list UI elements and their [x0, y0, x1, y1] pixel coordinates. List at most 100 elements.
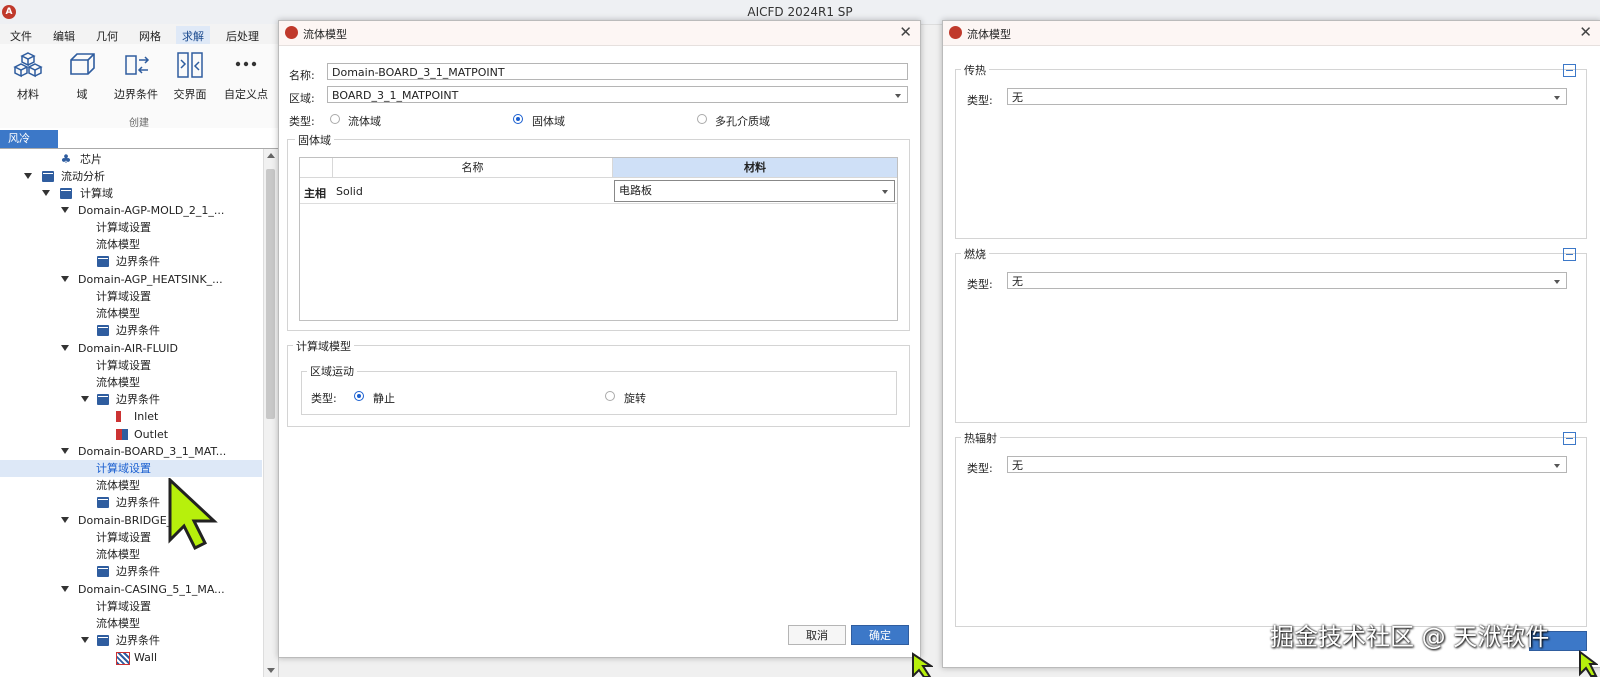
- tree-item[interactable]: Domain-AGP-MOLD_2_1_...: [0, 202, 262, 219]
- tree-item[interactable]: Domain-CASING_5_1_MA...: [0, 581, 262, 598]
- expand-arrow-icon[interactable]: [81, 637, 89, 643]
- name-label: 名称:: [289, 69, 315, 82]
- boundary-condition-icon: [121, 50, 151, 80]
- tree-item-label: 边界条件: [116, 324, 160, 337]
- motion-static-label: 静止: [373, 392, 395, 405]
- collapse-icon[interactable]: [1563, 432, 1576, 445]
- tree-item[interactable]: 计算域设置: [0, 598, 262, 615]
- tree-item[interactable]: 流动分析: [0, 168, 262, 185]
- ribbon-boundary-label: 边界条件: [114, 88, 158, 101]
- scroll-up-icon[interactable]: [267, 153, 275, 158]
- tree-item[interactable]: 流体模型: [0, 305, 262, 322]
- expand-arrow-icon[interactable]: [24, 173, 32, 179]
- menu-solve[interactable]: 求解: [176, 26, 210, 46]
- menu-postprocess[interactable]: 后处理: [220, 26, 265, 46]
- type-porous-radio[interactable]: [697, 114, 707, 124]
- ribbon-group-label: 创建: [129, 118, 149, 129]
- type-porous-label: 多孔介质域: [715, 115, 770, 128]
- tree-item[interactable]: 计算域设置: [0, 219, 262, 236]
- motion-static-radio[interactable]: [354, 391, 364, 401]
- heat-transfer-select[interactable]: 无: [1007, 88, 1567, 105]
- tree-item-label: Inlet: [134, 410, 159, 423]
- region-motion-group-title: 区域运动: [307, 363, 357, 379]
- menu-file[interactable]: 文件: [4, 26, 38, 46]
- phase-name-cell[interactable]: Solid: [336, 185, 363, 198]
- tree-item[interactable]: 边界条件: [0, 253, 262, 270]
- tree-item[interactable]: 边界条件: [0, 632, 262, 649]
- tree-item[interactable]: Inlet: [0, 408, 262, 425]
- tree-item-label: Domain-CASING_5_1_MA...: [78, 583, 225, 596]
- menu-mesh[interactable]: 网格: [133, 26, 167, 46]
- tree-item[interactable]: Domain-AIR-FLUID: [0, 340, 262, 357]
- watermark: 掘金技术社区 @ 天洑软件: [1270, 623, 1550, 651]
- tab-air-cooling[interactable]: 风冷: [0, 130, 58, 148]
- tree-item[interactable]: 边界条件: [0, 563, 262, 580]
- tree-item[interactable]: Domain-AGP_HEATSINK_...: [0, 271, 262, 288]
- ribbon-domain-button[interactable]: 域: [54, 50, 110, 102]
- expand-arrow-icon[interactable]: [61, 586, 69, 592]
- tree-item[interactable]: 流体模型: [0, 236, 262, 253]
- tree-item[interactable]: 计算域设置: [0, 357, 262, 374]
- tree-item[interactable]: 边界条件: [0, 391, 262, 408]
- tree-item-selected[interactable]: 计算域设置: [0, 460, 262, 477]
- ribbon-material-button[interactable]: 材料: [0, 50, 56, 102]
- tree-item-label: 流体模型: [96, 479, 140, 492]
- tree-item[interactable]: 流体模型: [0, 374, 262, 391]
- motion-type-label: 类型:: [311, 392, 337, 405]
- tree-scrollbar[interactable]: [263, 149, 278, 677]
- collapse-icon[interactable]: [1563, 248, 1576, 261]
- motion-rotate-radio[interactable]: [605, 391, 615, 401]
- ribbon-interface-button[interactable]: 交界面: [162, 50, 218, 102]
- material-select[interactable]: 电路板: [614, 180, 895, 202]
- dialog-header: 流体模型 ✕: [943, 21, 1600, 46]
- ok-button[interactable]: 确定: [851, 625, 909, 645]
- region-select[interactable]: BOARD_3_1_MATPOINT: [327, 86, 908, 103]
- tree-item[interactable]: 流体模型: [0, 615, 262, 632]
- tree-item[interactable]: 计算域: [0, 185, 262, 202]
- expand-arrow-icon[interactable]: [81, 396, 89, 402]
- tree-item-label: 边界条件: [116, 496, 160, 509]
- tree-item-label: 计算域设置: [96, 221, 151, 234]
- expand-arrow-icon[interactable]: [61, 517, 69, 523]
- radiation-title: 热辐射: [961, 430, 1000, 446]
- chevron-down-icon: [1554, 96, 1560, 100]
- collapse-icon[interactable]: [1563, 64, 1576, 77]
- wall-icon: [116, 652, 130, 665]
- ribbon-boundary-button[interactable]: 边界条件: [108, 50, 164, 102]
- more-dots-icon: [231, 50, 261, 80]
- cancel-button[interactable]: 取消: [788, 625, 846, 645]
- tree-item[interactable]: ♣ 芯片: [0, 151, 262, 168]
- type-solid-radio[interactable]: [513, 114, 523, 124]
- row-header-primary-phase: 主相: [304, 187, 326, 200]
- expand-arrow-icon[interactable]: [61, 207, 69, 213]
- menu-edit[interactable]: 编辑: [47, 26, 81, 46]
- tree-item[interactable]: 边界条件: [0, 322, 262, 339]
- tree-item-label: 流体模型: [96, 617, 140, 630]
- type-solid-label: 固体域: [532, 115, 565, 128]
- tree-item[interactable]: 计算域设置: [0, 288, 262, 305]
- type-fluid-radio[interactable]: [330, 114, 340, 124]
- tree-item[interactable]: Wall: [0, 649, 262, 666]
- expand-arrow-icon[interactable]: [61, 276, 69, 282]
- tree-item-label: 流体模型: [96, 548, 140, 561]
- tree-item-label: 计算域设置: [96, 462, 151, 475]
- tree-item-label: 计算域设置: [96, 531, 151, 544]
- combustion-select[interactable]: 无: [1007, 272, 1567, 289]
- table-corner: [300, 158, 333, 178]
- expand-arrow-icon[interactable]: [61, 448, 69, 454]
- close-icon[interactable]: ✕: [899, 23, 912, 41]
- tree-item-label: Domain-AIR-FLUID: [78, 342, 179, 355]
- scrollbar-thumb[interactable]: [266, 169, 275, 419]
- name-field[interactable]: Domain-BOARD_3_1_MATPOINT: [327, 63, 908, 80]
- ribbon-custompoint-button[interactable]: 自定义点: [218, 50, 274, 102]
- expand-arrow-icon[interactable]: [61, 345, 69, 351]
- menu-geometry[interactable]: 几何: [90, 26, 124, 46]
- scroll-down-icon[interactable]: [267, 668, 275, 673]
- dialog-title: 流体模型: [967, 28, 1011, 41]
- radiation-select[interactable]: 无: [1007, 456, 1567, 473]
- tree-item[interactable]: Outlet: [0, 426, 262, 443]
- chevron-down-icon: [882, 190, 888, 194]
- close-icon[interactable]: ✕: [1579, 23, 1592, 41]
- tree-item[interactable]: Domain-BOARD_3_1_MAT...: [0, 443, 262, 460]
- expand-arrow-icon[interactable]: [42, 190, 50, 196]
